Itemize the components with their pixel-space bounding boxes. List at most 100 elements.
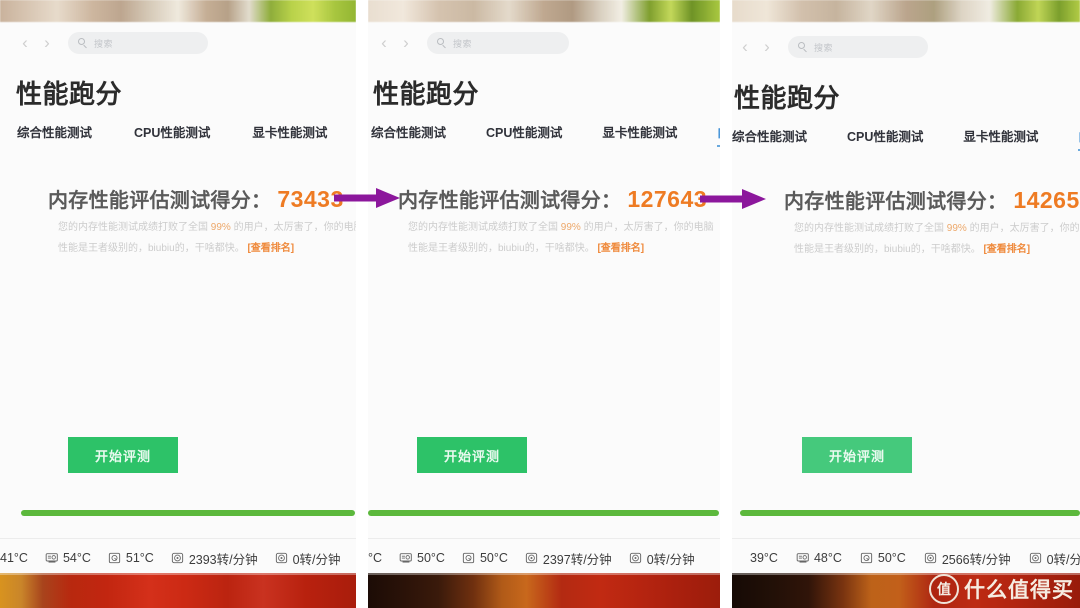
forward-icon[interactable]: › <box>36 32 58 54</box>
fan-speed-icon <box>1029 552 1043 564</box>
hardware-status-bar-3: 39°C 48°C 50°C 2566转/分钟 0转/分 <box>732 543 1080 573</box>
gpu-temp-icon <box>45 552 59 564</box>
score-description: 您的内存性能测试成绩打败了全国 99% 的用户，太厉害了，你的电脑 性能是王者级… <box>58 217 356 259</box>
status-item-gpu-temp: 50°C <box>399 551 445 565</box>
fan-speed-icon <box>275 552 289 564</box>
status-item-cpu-temp: 41°C <box>0 551 28 565</box>
hardware-status-bar-2: °C 50°C 50°C 2397转/分钟 0转/分钟 <box>368 543 720 573</box>
status-item-cpu-temp: 39°C <box>750 551 778 565</box>
description-text-a: 您的内存性能测试成绩打败了全国 <box>58 222 211 233</box>
percentile-value: 99% <box>560 222 581 233</box>
progression-arrow-2 <box>700 188 766 215</box>
status-item-gpu-temp: 48°C <box>796 551 842 565</box>
progression-arrow-1 <box>334 187 400 214</box>
score-line: 内存性能评估测试得分： 73433 <box>48 184 344 213</box>
description-text-b: 的用户，太厉害了，你的电脑 <box>969 223 1080 234</box>
status-item-fan-2: 0转/分钟 <box>629 549 695 568</box>
forward-icon[interactable]: › <box>756 36 778 58</box>
fan-2-value: 0转/分钟 <box>292 552 341 567</box>
tab-gpu[interactable]: 显卡性能测试 <box>252 122 327 147</box>
watermark-text: 什么值得买 <box>964 579 1074 602</box>
search-placeholder: 搜索 <box>94 38 114 49</box>
header-banner-image <box>0 0 356 22</box>
percentile-value: 99% <box>946 223 967 234</box>
cpu-temp-value: 39°C <box>750 551 778 565</box>
back-icon[interactable]: ‹ <box>734 36 756 58</box>
fan-speed-icon <box>924 552 938 564</box>
forward-icon[interactable]: › <box>395 32 417 54</box>
tab-cpu[interactable]: CPU性能测试 <box>847 126 923 151</box>
search-input[interactable]: 搜索 <box>427 32 569 54</box>
cpu-temp-value: °C <box>368 551 383 565</box>
search-placeholder: 搜索 <box>453 38 473 49</box>
status-item-fan-2: 0转/分钟 <box>1029 549 1080 568</box>
fan-2-value: 0转/分钟 <box>646 552 695 567</box>
screenshot-panel-3: ‹ › 搜索 性能跑分 综合性能测试 CPU性能测试 显卡性能测试 内存性能测试… <box>732 0 1080 608</box>
fan-speed-icon <box>171 552 185 564</box>
progress-bar-area <box>368 503 720 529</box>
view-ranking-link[interactable]: [查看排名] <box>983 244 1030 255</box>
hardware-status-bar-1: 41°C 54°C 51°C 2393转/分钟 0转/分钟 <box>0 543 356 573</box>
page-title: 性能跑分 <box>734 83 841 113</box>
status-separator <box>732 538 1080 539</box>
view-ranking-link[interactable]: [查看排名] <box>247 243 294 254</box>
search-icon <box>437 38 447 48</box>
description-line-2: 性能是王者级别的，biubiu的，干啥都快。 [查看排名] <box>794 239 1080 260</box>
score-value: 142656 <box>1013 187 1080 213</box>
view-ranking-link[interactable]: [查看排名] <box>597 243 644 254</box>
fan-1-value: 2566转/分钟 <box>941 552 1011 567</box>
score-line: 内存性能评估测试得分： 142656 <box>784 185 1080 214</box>
header-banner-image <box>368 0 720 22</box>
start-benchmark-button[interactable]: 开始评测 <box>417 437 527 473</box>
score-value: 127643 <box>627 186 708 212</box>
description-line-2: 性能是王者级别的，biubiu的，干啥都快。 [查看排名] <box>58 238 356 259</box>
search-icon <box>78 38 88 48</box>
description-text-a: 您的内存性能测试成绩打败了全国 <box>794 223 947 234</box>
search-icon <box>798 42 808 52</box>
tab-cpu[interactable]: CPU性能测试 <box>486 122 562 147</box>
back-icon[interactable]: ‹ <box>14 32 36 54</box>
gpu-temp-value: 48°C <box>813 551 842 565</box>
disk-temp-value: 51°C <box>125 551 154 565</box>
description-text-c: 性能是王者级别的，biubiu的，干啥都快。 <box>58 243 248 254</box>
progress-bar-area <box>0 503 356 529</box>
percentile-value: 99% <box>210 222 231 233</box>
start-benchmark-button[interactable]: 开始评测 <box>68 437 178 473</box>
tab-comprehensive[interactable]: 综合性能测试 <box>17 122 92 147</box>
score-description: 您的内存性能测试成绩打败了全国 99% 的用户，太厉害了，你的电脑 性能是王者级… <box>408 217 714 259</box>
tab-bar: 综合性能测试 CPU性能测试 显卡性能测试 内存性能测试 <box>732 126 1080 151</box>
tab-gpu[interactable]: 显卡性能测试 <box>963 126 1038 151</box>
browser-nav-row: ‹ › 搜索 <box>732 36 1080 58</box>
status-item-cpu-temp: °C <box>368 551 382 565</box>
description-line-1: 您的内存性能测试成绩打败了全国 99% 的用户，太厉害了，你的电脑 <box>58 217 356 238</box>
score-label: 内存性能评估测试得分： <box>398 190 622 212</box>
gpu-temp-icon <box>399 552 413 564</box>
fan-speed-icon <box>525 552 539 564</box>
screenshot-stage: ‹ › 搜索 性能跑分 综合性能测试 CPU性能测试 显卡性能测试 内存性能测试… <box>0 0 1080 608</box>
description-text-c: 性能是王者级别的，biubiu的，干啥都快。 <box>408 243 598 254</box>
panel-gap-2 <box>720 0 732 608</box>
tab-gpu[interactable]: 显卡性能测试 <box>602 122 677 147</box>
status-item-fan-1: 2397转/分钟 <box>525 549 612 568</box>
status-item-disk-temp: 50°C <box>860 551 906 565</box>
status-item-disk-temp: 50°C <box>462 551 508 565</box>
screenshot-panel-1: ‹ › 搜索 性能跑分 综合性能测试 CPU性能测试 显卡性能测试 内存性能测试… <box>0 0 356 608</box>
fan-1-value: 2397转/分钟 <box>542 552 612 567</box>
description-line-1: 您的内存性能测试成绩打败了全国 99% 的用户，太厉害了，你的电脑 <box>408 217 714 238</box>
bottom-photo-strip <box>368 573 720 608</box>
disk-temp-value: 50°C <box>479 551 508 565</box>
back-icon[interactable]: ‹ <box>373 32 395 54</box>
fan-2-value: 0转/分钟 <box>1046 552 1080 567</box>
search-input[interactable]: 搜索 <box>68 32 208 54</box>
start-benchmark-button[interactable]: 开始评测 <box>802 437 912 473</box>
score-description: 您的内存性能测试成绩打败了全国 99% 的用户，太厉害了，你的电脑 性能是王者级… <box>794 218 1080 260</box>
tab-cpu[interactable]: CPU性能测试 <box>134 122 210 147</box>
description-text-b: 的用户，太厉害了，你的电脑 <box>230 222 356 233</box>
progress-bar-fill <box>21 510 355 516</box>
status-item-fan-1: 2566转/分钟 <box>924 549 1011 568</box>
progress-bar-area <box>732 503 1080 529</box>
search-input[interactable]: 搜索 <box>788 36 928 58</box>
tab-comprehensive[interactable]: 综合性能测试 <box>732 126 807 151</box>
gpu-temp-value: 50°C <box>417 551 445 565</box>
tab-comprehensive[interactable]: 综合性能测试 <box>371 122 446 147</box>
